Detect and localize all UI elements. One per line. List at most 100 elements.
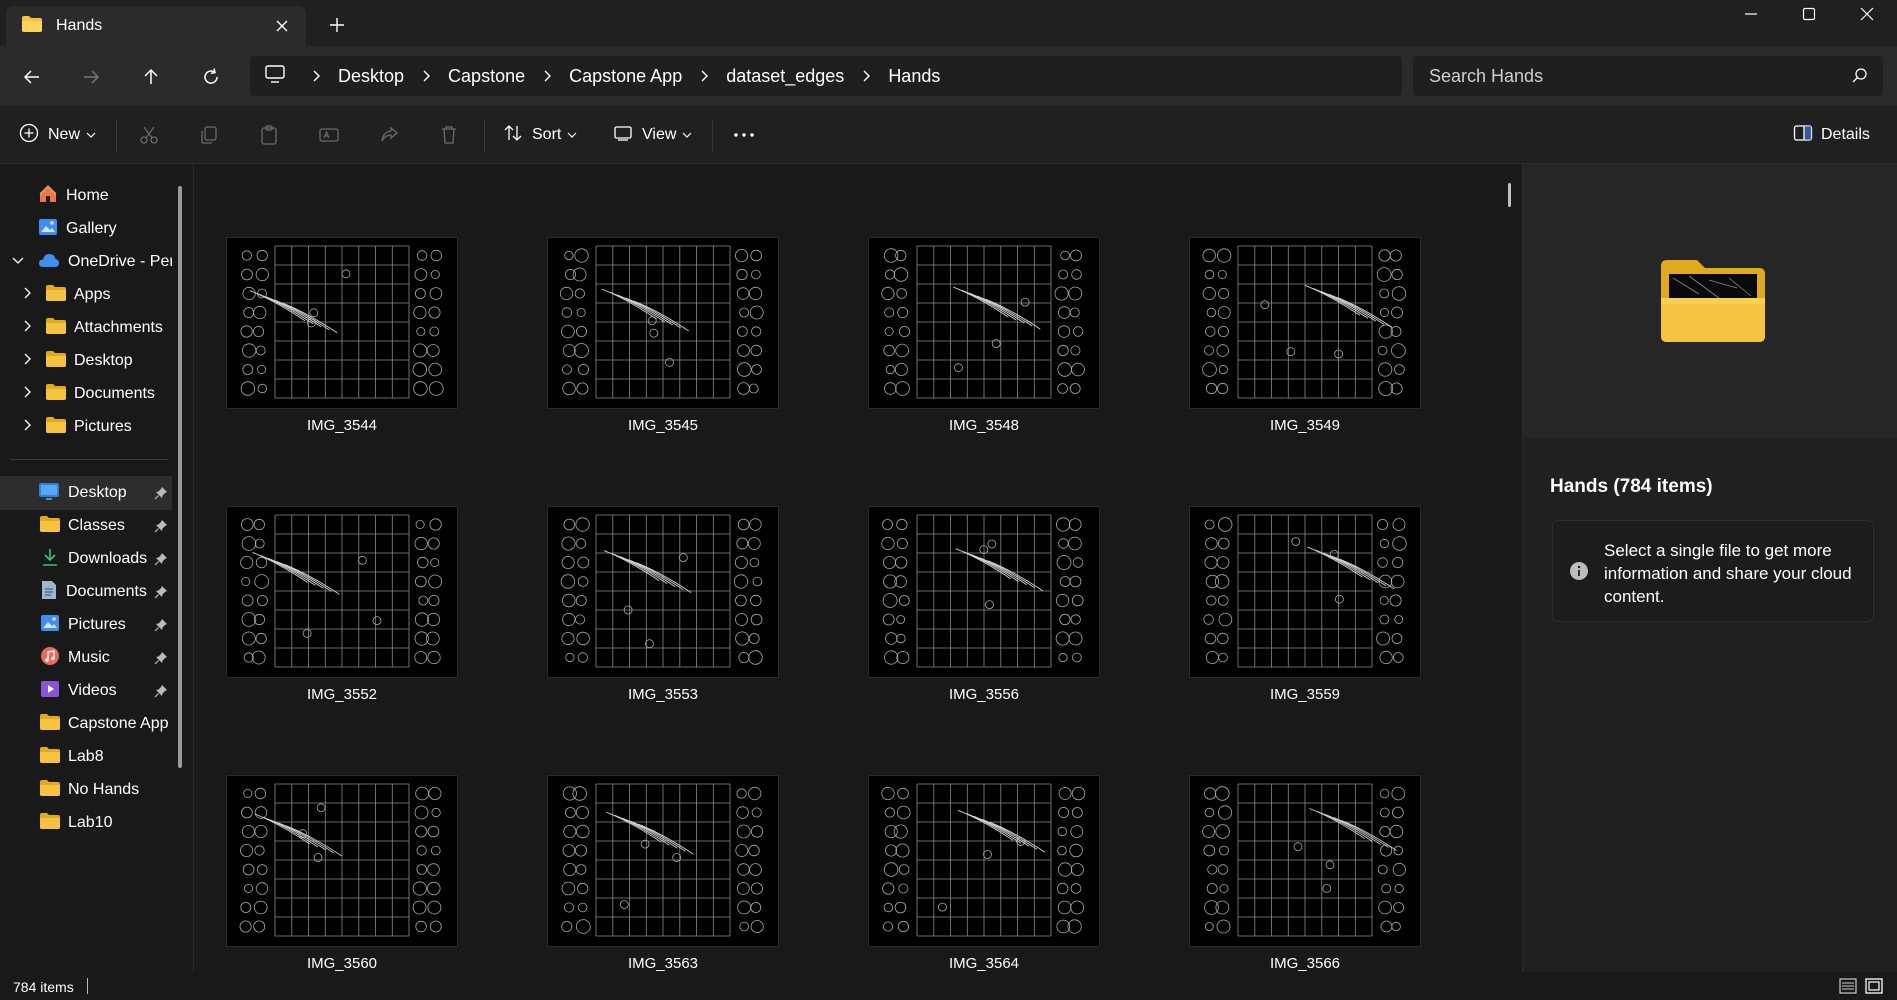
edge-thumbnail-graphic bbox=[881, 783, 1086, 937]
pin-icon[interactable] bbox=[154, 684, 168, 703]
paste-icon[interactable] bbox=[258, 120, 280, 150]
pin-icon[interactable] bbox=[154, 585, 168, 604]
breadcrumb-item[interactable]: dataset_edges bbox=[726, 66, 844, 87]
minimize-icon[interactable] bbox=[1722, 0, 1780, 28]
chevron-right-icon[interactable] bbox=[304, 66, 328, 86]
sidebar-item-label: Attachments bbox=[74, 319, 163, 336]
file-tile[interactable]: IMG_3564 bbox=[868, 775, 1100, 972]
new-tab-icon[interactable] bbox=[326, 14, 348, 36]
sidebar-item-music[interactable]: Music bbox=[0, 641, 172, 675]
pin-icon[interactable] bbox=[154, 486, 168, 505]
forward-arrow-icon[interactable] bbox=[77, 63, 105, 91]
close-tab-icon[interactable] bbox=[272, 16, 292, 36]
file-tile[interactable]: IMG_3556 bbox=[868, 506, 1100, 706]
chevron-right-icon[interactable] bbox=[414, 66, 438, 86]
edge-thumbnail-graphic bbox=[560, 514, 763, 668]
up-arrow-icon[interactable] bbox=[137, 63, 165, 91]
sidebar-item-lab10[interactable]: Lab10 bbox=[0, 806, 172, 840]
pin-icon[interactable] bbox=[154, 519, 168, 538]
sidebar-item-apps[interactable]: Apps bbox=[0, 278, 172, 312]
sidebar-item-onedrive[interactable]: OneDrive - Perso bbox=[0, 245, 172, 279]
sidebar-item-label: Documents bbox=[66, 583, 147, 600]
copy-icon[interactable] bbox=[198, 120, 220, 150]
chevron-right-icon[interactable] bbox=[692, 66, 716, 86]
sidebar-item-gallery[interactable]: Gallery bbox=[0, 212, 172, 246]
sidebar-item-videos[interactable]: Videos bbox=[0, 674, 172, 708]
search-icon[interactable] bbox=[1851, 67, 1869, 90]
edge-thumbnail-graphic bbox=[881, 514, 1084, 668]
file-tile[interactable]: IMG_3544 bbox=[226, 237, 458, 437]
breadcrumb-item[interactable]: Hands bbox=[888, 66, 940, 87]
file-tile[interactable]: IMG_3563 bbox=[547, 775, 779, 972]
search-input[interactable] bbox=[1429, 65, 1829, 87]
sidebar-item-label: Lab10 bbox=[68, 814, 113, 831]
address-bar[interactable]: Desktop Capstone Capstone App dataset_ed… bbox=[250, 56, 1402, 96]
details-view-icon[interactable] bbox=[1838, 977, 1858, 995]
chevron-right-icon[interactable] bbox=[22, 286, 32, 304]
sidebar-item-home[interactable]: Home bbox=[0, 179, 172, 213]
details-button[interactable]: Details bbox=[1793, 120, 1870, 150]
content-scrollbar[interactable] bbox=[1508, 183, 1511, 207]
thumbnail-image bbox=[1189, 775, 1421, 947]
file-tile[interactable]: IMG_3552 bbox=[226, 506, 458, 706]
sidebar-item-lab8[interactable]: Lab8 bbox=[0, 740, 172, 774]
file-tile[interactable]: IMG_3566 bbox=[1189, 775, 1421, 972]
file-name: IMG_3563 bbox=[627, 955, 699, 972]
file-name: IMG_3548 bbox=[948, 417, 1020, 434]
share-icon[interactable] bbox=[378, 120, 400, 150]
details-label: Details bbox=[1821, 126, 1870, 143]
chevron-right-icon[interactable] bbox=[535, 66, 559, 86]
gallery-icon bbox=[38, 217, 58, 242]
pin-icon[interactable] bbox=[154, 618, 168, 637]
sidebar-item-capstone-app[interactable]: Capstone App bbox=[0, 707, 172, 741]
sidebar-item-pictures-onedrive[interactable]: Pictures bbox=[0, 410, 172, 444]
refresh-icon[interactable] bbox=[197, 63, 225, 91]
chevron-right-icon[interactable] bbox=[22, 352, 32, 370]
breadcrumb-item[interactable]: Capstone bbox=[448, 66, 525, 87]
sidebar-item-documents-onedrive[interactable]: Documents bbox=[0, 377, 172, 411]
sidebar-item-classes[interactable]: Classes bbox=[0, 509, 172, 543]
sort-button[interactable]: Sort bbox=[502, 120, 577, 150]
chevron-right-icon[interactable] bbox=[854, 66, 878, 86]
large-icons-view-icon[interactable] bbox=[1864, 977, 1884, 995]
sidebar-item-label: Home bbox=[66, 187, 109, 204]
pin-icon[interactable] bbox=[154, 552, 168, 571]
folder-preview bbox=[1523, 164, 1897, 438]
sidebar-item-documents[interactable]: Documents bbox=[0, 575, 172, 609]
sidebar-item-no-hands[interactable]: No Hands bbox=[0, 773, 172, 807]
chevron-right-icon[interactable] bbox=[22, 418, 32, 436]
cloud-icon bbox=[38, 252, 60, 273]
rename-icon[interactable] bbox=[318, 120, 340, 150]
close-window-icon[interactable] bbox=[1838, 0, 1896, 28]
tab-hands[interactable]: Hands bbox=[6, 6, 306, 46]
pin-icon[interactable] bbox=[154, 651, 168, 670]
new-button[interactable]: New bbox=[18, 120, 96, 150]
chevron-down-icon[interactable] bbox=[12, 253, 24, 271]
chevron-right-icon[interactable] bbox=[22, 319, 32, 337]
this-pc-icon[interactable] bbox=[264, 64, 286, 89]
sidebar-item-label: Downloads bbox=[68, 550, 148, 567]
file-tile[interactable]: IMG_3553 bbox=[547, 506, 779, 706]
sidebar-item-attachments[interactable]: Attachments bbox=[0, 311, 172, 345]
file-tile[interactable]: IMG_3548 bbox=[868, 237, 1100, 437]
file-tile[interactable]: IMG_3559 bbox=[1189, 506, 1421, 706]
sidebar-item-desktop-onedrive[interactable]: Desktop bbox=[0, 344, 172, 378]
file-tile[interactable]: IMG_3560 bbox=[226, 775, 458, 972]
sidebar-item-downloads[interactable]: Downloads bbox=[0, 542, 172, 576]
videos-icon bbox=[40, 679, 60, 704]
file-tile[interactable]: IMG_3545 bbox=[547, 237, 779, 437]
breadcrumb-item[interactable]: Capstone App bbox=[569, 66, 682, 87]
sidebar-scrollbar[interactable] bbox=[178, 186, 182, 768]
search-box[interactable] bbox=[1413, 56, 1883, 96]
chevron-right-icon[interactable] bbox=[22, 385, 32, 403]
view-button[interactable]: View bbox=[612, 120, 692, 150]
delete-icon[interactable] bbox=[438, 120, 460, 150]
cut-icon[interactable] bbox=[138, 120, 160, 150]
more-options-icon[interactable] bbox=[732, 120, 756, 150]
sidebar-item-desktop[interactable]: Desktop bbox=[0, 476, 172, 510]
sidebar-item-pictures[interactable]: Pictures bbox=[0, 608, 172, 642]
back-arrow-icon[interactable] bbox=[18, 63, 46, 91]
maximize-icon[interactable] bbox=[1780, 0, 1838, 28]
breadcrumb-item[interactable]: Desktop bbox=[338, 66, 404, 87]
file-tile[interactable]: IMG_3549 bbox=[1189, 237, 1421, 437]
